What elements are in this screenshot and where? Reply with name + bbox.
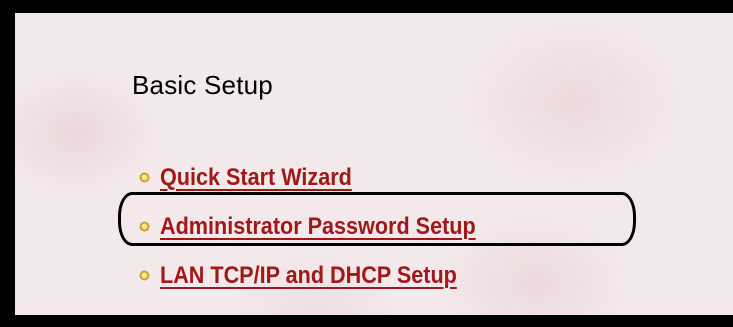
bullet-icon <box>139 221 150 232</box>
setup-menu: Quick Start Wizard Administrator Passwor… <box>139 153 511 300</box>
bullet-icon <box>139 172 150 183</box>
setup-panel: Basic Setup Quick Start Wizard Administr… <box>0 0 733 327</box>
administrator-password-setup-link[interactable]: Administrator Password Setup <box>160 213 476 241</box>
menu-item-quick-start-wizard: Quick Start Wizard <box>139 153 511 202</box>
bullet-icon <box>139 270 150 281</box>
menu-item-lan-tcpip-dhcp-setup: LAN TCP/IP and DHCP Setup <box>139 251 511 300</box>
lan-tcpip-dhcp-setup-link[interactable]: LAN TCP/IP and DHCP Setup <box>160 262 457 290</box>
menu-item-administrator-password-setup: Administrator Password Setup <box>139 202 511 251</box>
section-title: Basic Setup <box>132 70 273 100</box>
quick-start-wizard-link[interactable]: Quick Start Wizard <box>160 164 352 192</box>
